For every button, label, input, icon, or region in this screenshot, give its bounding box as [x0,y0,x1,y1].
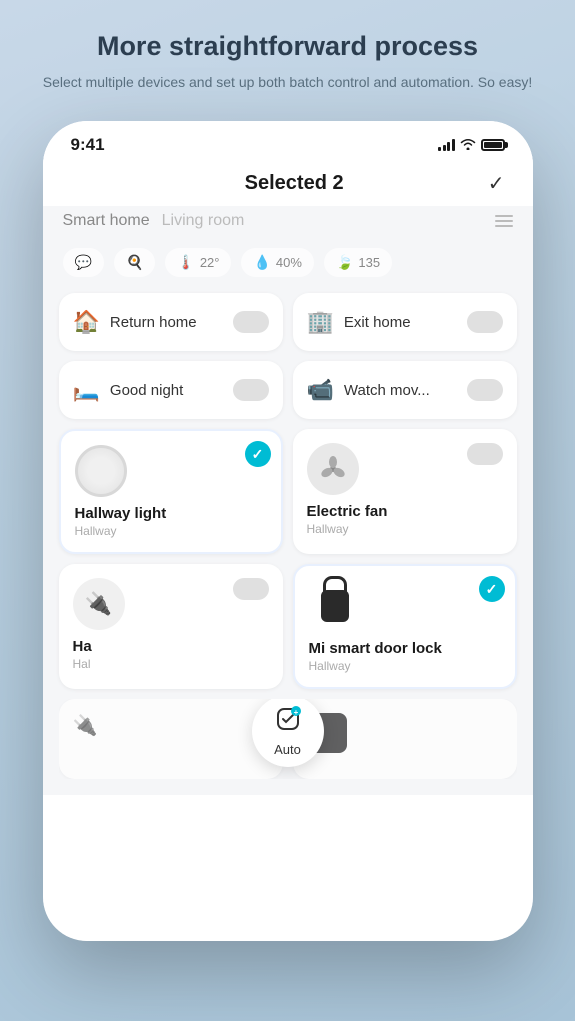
socket-toggle[interactable] [233,578,269,600]
door-lock-check: ✓ [479,576,505,602]
exit-home-icon: 🏢 [307,309,334,335]
good-night-card[interactable]: 🛏️ Good night [59,361,283,419]
hallway-light-check: ✓ [245,441,271,467]
door-lock-card[interactable]: ✓ Mi smart door lock Hallway [293,564,517,689]
watch-movie-left: 📹 Watch mov... [307,377,430,403]
app-bar: Selected 2 ✓ [43,161,533,206]
exit-home-toggle[interactable] [467,311,503,333]
svg-text:+: + [293,708,298,717]
light-ring-icon [75,445,127,497]
hallway-light-top [75,445,267,497]
devices-grid: ✓ Hallway light Hallway [59,429,517,689]
humidity-value: 40% [276,255,302,270]
battery-icon [481,139,505,151]
return-home-left: 🏠 Return home [73,309,197,335]
door-lock-location: Hallway [309,659,501,673]
socket-icon: 🔌 [73,578,125,630]
air-value: 135 [358,255,380,270]
return-home-label: Return home [110,314,197,331]
app-bar-title: Selected 2 [101,172,488,195]
exit-home-label: Exit home [344,314,411,331]
socket-name: Ha [73,638,269,655]
bottom-left-card[interactable]: 🔌 [59,699,283,779]
watch-movie-label: Watch mov... [344,382,430,399]
sensor-humidity: 💧 40% [241,248,313,277]
electric-fan-location: Hallway [307,522,503,536]
sensor-temp: 🌡️ 22° [165,248,231,277]
exit-home-left: 🏢 Exit home [307,309,411,335]
checkmark-button[interactable]: ✓ [488,171,505,196]
status-time: 9:41 [71,135,105,155]
sensor-air: 🍃 135 [324,248,392,277]
good-night-label: Good night [110,382,183,399]
hallway-light-name: Hallway light [75,505,267,522]
status-icons [438,137,505,153]
sensor-chat: 💬 [63,248,104,277]
bottom-row: 🔌 + Auto [59,699,517,779]
page-header: More straightforward process Select mult… [0,30,575,121]
status-bar: 9:41 [43,121,533,161]
page-subtitle: Select multiple devices and set up both … [40,72,535,93]
content-area: 🏠 Return home 🏢 Exit home 🛏️ Good night [43,289,533,795]
hallway-light-card[interactable]: ✓ Hallway light Hallway [59,429,283,554]
page-title: More straightforward process [40,30,535,62]
scene-row-2: 🛏️ Good night 📹 Watch mov... [59,361,517,419]
return-home-card[interactable]: 🏠 Return home [59,293,283,351]
temp-value: 22° [200,255,220,270]
phone-shell: 9:41 Selected 2 ✓ [43,121,533,941]
cook-icon: 🍳 [126,254,143,271]
good-night-toggle[interactable] [233,379,269,401]
chat-icon: 💬 [75,254,92,271]
fan-toggle[interactable] [467,443,503,465]
return-home-toggle[interactable] [233,311,269,333]
watch-movie-toggle[interactable] [467,379,503,401]
electric-fan-top [307,443,503,495]
signal-icon [438,139,455,151]
sensor-cook: 🍳 [114,248,155,277]
socket-card[interactable]: 🔌 Ha Hal [59,564,283,689]
menu-icon[interactable] [495,215,513,227]
auto-label: Auto [274,742,301,757]
wifi-icon [460,137,476,153]
door-lock-name: Mi smart door lock [309,640,501,657]
scene-row-1: 🏠 Return home 🏢 Exit home [59,293,517,351]
socket-card-top: 🔌 [73,578,269,630]
temp-icon: 🌡️ [177,254,194,271]
tab-living-room[interactable]: Living room [162,212,245,230]
watch-movie-card[interactable]: 📹 Watch mov... [293,361,517,419]
good-night-icon: 🛏️ [73,377,100,403]
home-tabs: Smart home Living room [43,206,533,240]
tab-smart-home[interactable]: Smart home [63,212,150,230]
bottom-right-card[interactable] [293,699,517,779]
door-lock-top [309,580,501,632]
socket-location: Hal [73,657,269,671]
auto-icon: + [274,705,302,740]
air-icon: 🍃 [336,254,353,271]
sensor-row: 💬 🍳 🌡️ 22° 💧 40% 🍃 135 [43,240,533,289]
electric-fan-card[interactable]: Electric fan Hallway [293,429,517,554]
watch-movie-icon: 📹 [307,377,334,403]
good-night-left: 🛏️ Good night [73,377,184,403]
fan-icon [307,443,359,495]
lock-icon [309,580,361,632]
hallway-light-location: Hallway [75,524,267,538]
humidity-icon: 💧 [253,254,270,271]
electric-fan-name: Electric fan [307,503,503,520]
return-home-icon: 🏠 [73,309,100,335]
exit-home-card[interactable]: 🏢 Exit home [293,293,517,351]
